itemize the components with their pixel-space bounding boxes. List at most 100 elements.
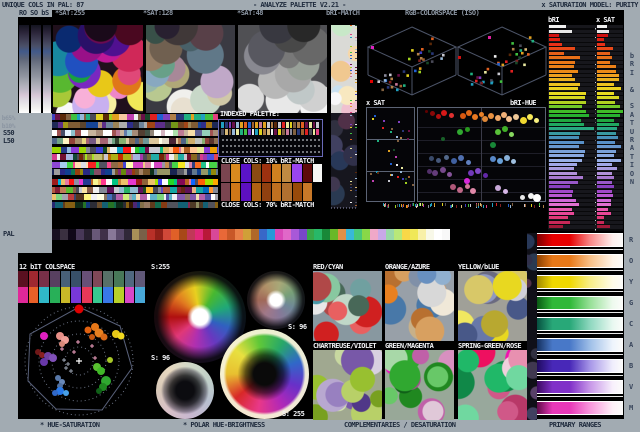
sat48-label: *SAT:48: [237, 9, 264, 17]
empty-slots-grid: [221, 137, 320, 154]
primary-range-strip: [537, 401, 623, 415]
sat255-label: *SAT:255: [55, 9, 85, 17]
close-cols-10-swatches: [221, 164, 323, 182]
sat255-colorfield: [53, 25, 143, 113]
complementary-label: RED/CYAN: [313, 263, 343, 271]
bri-match-lower-column: [331, 113, 357, 208]
range-letter: O: [629, 257, 633, 265]
footer-complementaries: COMPLEMENTARIES / DESATURATION: [344, 421, 456, 429]
xsat-scatter-label[interactable]: x SAT: [366, 100, 385, 107]
footer-polar-hue-brightness[interactable]: * POLAR HUE-BRIGHTNESS: [183, 422, 265, 429]
bri-hue-scatter-panel: [417, 107, 546, 202]
palette-strip-row: [52, 202, 218, 208]
bri-match-label: bRI-MATCH: [326, 9, 360, 17]
hue-saturation-polar-plot: [24, 304, 134, 416]
sat128-colorfield: [146, 25, 235, 113]
close-cols-70-label: CLOSE COLS: 70% bRI-MATCH: [221, 201, 314, 209]
colspace12-title: 12 bIT COLSPACE: [19, 263, 75, 271]
range-divider: [537, 333, 623, 334]
indexed-palette-box: [218, 119, 323, 157]
primary-range-strip: [537, 317, 623, 331]
pal-color-strip: [52, 229, 450, 240]
complementary-panel: [385, 350, 454, 420]
range-divider: [537, 249, 623, 250]
complementary-panel: [385, 271, 454, 341]
palette-strip-row: [52, 154, 218, 160]
trailing-dots: [330, 207, 356, 209]
complementary-label: CHARTREUSE/VIOLET: [313, 342, 377, 350]
app-title: - ANALYZE PALETTE V2.21 -: [253, 1, 346, 9]
palette-strip-row: [52, 130, 218, 136]
saturation-ramp: [31, 25, 41, 113]
footer-primary-ranges: PRIMARY RANGES: [549, 421, 602, 429]
palette-strip-row: [52, 169, 218, 175]
sat-column-header[interactable]: x SAT: [596, 17, 615, 24]
s50-label: S50: [3, 129, 15, 137]
hue-tick-row: [366, 203, 546, 208]
b65-label: b65%: [1, 114, 16, 122]
primary-range-strip: [537, 338, 623, 352]
polar-disk-s96-top: [247, 271, 305, 329]
range-letter: C: [629, 320, 633, 328]
range-letter: R: [629, 236, 633, 244]
bri-match-field: [331, 25, 357, 113]
complementary-panel: [313, 350, 382, 420]
complementary-label: GREEN/MAGENTA: [385, 342, 434, 350]
l50-label: L50: [3, 137, 15, 145]
ramp-columns-header: RO SO bS: [19, 9, 49, 17]
range-divider: [537, 354, 623, 355]
primary-range-strip: [537, 359, 623, 373]
red-orange-ramp: [19, 25, 29, 113]
sat48-colorfield: [238, 25, 327, 113]
complementary-label: SPRING-GREEN/ROSE: [458, 342, 522, 350]
bri-sat-vertical-label: b R I & S A T U R A T I O N: [629, 52, 635, 187]
bri-match-dot-column: [350, 25, 352, 208]
brightness-ramp: [43, 25, 51, 113]
complementary-panel: [458, 350, 527, 420]
polar-disk-s96-bottom: [156, 362, 214, 419]
palette-strip-row: [52, 194, 218, 200]
range-letter: V: [629, 383, 633, 391]
xsat-scatter-panel: [366, 107, 415, 202]
footer-hue-saturation[interactable]: * HUE-SATURATION: [40, 422, 100, 429]
palette-strip-row: [52, 122, 218, 128]
polar-disk-s255-bottom: [220, 329, 309, 419]
complementary-panel: [458, 271, 527, 341]
range-divider: [537, 375, 623, 376]
range-divider: [537, 270, 623, 271]
unique-cols-count: UNIQUE COLS IN PAL: 87: [2, 1, 84, 9]
palette-strip-row: [52, 162, 218, 168]
range-letter: B: [629, 362, 633, 370]
primary-range-strip: [537, 275, 623, 289]
indexed-palette-title: INDEXED PALETTE:: [220, 110, 280, 118]
rgb-colorspace-cubes: [366, 26, 548, 96]
complementary-panel: [313, 271, 382, 341]
close-cols-70-swatches: [221, 183, 313, 201]
palette-strip-row: [52, 187, 218, 193]
range-divider: [537, 312, 623, 313]
palette-analyzer-app: UNIQUE COLS IN PAL: 87 - ANALYZE PALETTE…: [0, 0, 640, 432]
bri-match-dot-column-2: [355, 25, 357, 208]
complementary-label: ORANGE/AZURE: [385, 263, 430, 271]
disk4-sat-label: S: 255: [282, 410, 305, 418]
disk3-sat-label: S: 96: [151, 354, 170, 362]
range-divider: [537, 291, 623, 292]
range-letter: M: [629, 404, 633, 412]
primary-range-strip: [537, 380, 623, 394]
primary-range-strip: [537, 233, 623, 247]
bri-sat-bar-chart: [548, 25, 624, 231]
sat128-label: *SAT:128: [143, 9, 173, 17]
saturation-model-toggle[interactable]: x SATURATION MODEL: PURITY: [541, 2, 638, 9]
range-letter: A: [629, 341, 633, 349]
range-edge-column: [527, 233, 537, 420]
bri-hue-label: bRI-HUE: [510, 99, 537, 107]
range-letter: Y: [629, 278, 633, 286]
range-letter: G: [629, 299, 633, 307]
range-divider: [537, 396, 623, 397]
pal-label: PAL: [3, 230, 15, 238]
palette-strip-row: [52, 147, 218, 153]
disk1-sat-label: S:255: [151, 263, 170, 271]
palette-strip-row: [52, 114, 218, 120]
palette-strip-row: [52, 179, 218, 185]
palette-strip-row: [52, 138, 218, 144]
